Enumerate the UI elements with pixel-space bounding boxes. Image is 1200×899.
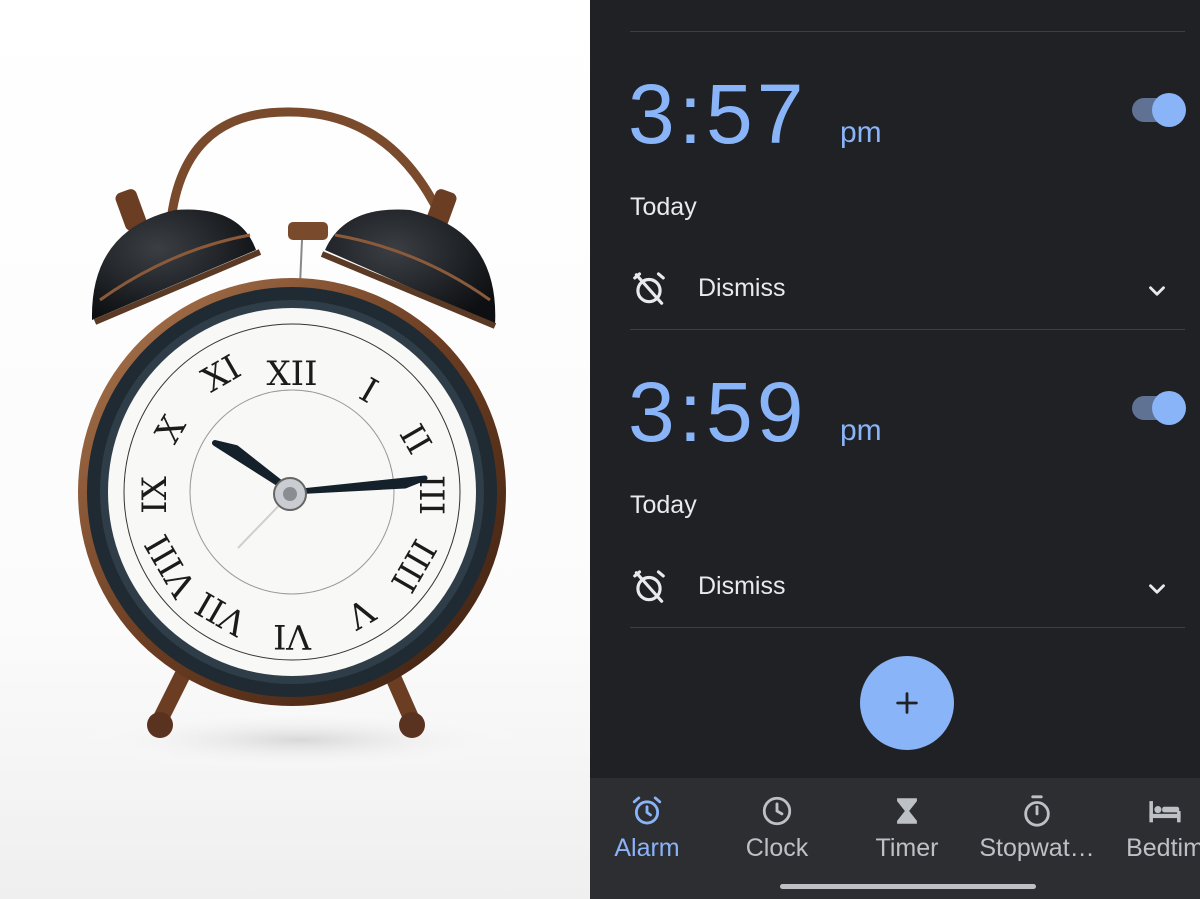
bottom-navigation: Alarm Clock Timer Stopwat… Bedtim: [590, 778, 1200, 899]
nav-label: Timer: [875, 834, 939, 862]
alarm-clock-photo: XII I II III IIII V VI VII VIII IX X XI: [0, 0, 590, 899]
alarm-app-screen: 3:57 pm Today Dismiss 3:59 pm Today Dism…: [590, 0, 1200, 899]
nav-label: Bedtim: [1126, 834, 1200, 862]
dismiss-button[interactable]: Dismiss: [630, 266, 1190, 310]
alarm-day: Today: [630, 193, 697, 221]
svg-text:XII: XII: [266, 354, 317, 394]
divider: [630, 31, 1185, 32]
chevron-down-icon[interactable]: [1144, 576, 1170, 607]
nav-item-timer[interactable]: Timer: [842, 794, 972, 864]
dismiss-label: Dismiss: [698, 572, 786, 600]
nav-label: Alarm: [614, 834, 680, 862]
alarm-off-icon: [630, 568, 668, 611]
stopwatch-icon: [972, 794, 1102, 830]
alarm-toggle[interactable]: [1130, 390, 1186, 426]
alarm-icon: [590, 794, 712, 830]
nav-label: Clock: [745, 834, 809, 862]
alarm-time[interactable]: 3:59: [628, 370, 808, 454]
nav-label: Stopwat…: [979, 834, 1095, 862]
home-indicator[interactable]: [780, 884, 1036, 889]
divider: [630, 627, 1185, 628]
add-alarm-button[interactable]: [860, 656, 954, 750]
clock-icon: [712, 794, 842, 830]
alarm-off-icon: [630, 270, 668, 313]
chevron-down-icon[interactable]: [1144, 278, 1170, 309]
alarm-period: pm: [840, 414, 882, 447]
nav-item-clock[interactable]: Clock: [712, 794, 842, 864]
alarm-time[interactable]: 3:57: [628, 72, 808, 156]
toggle-thumb: [1152, 93, 1186, 127]
hourglass-icon: [842, 794, 972, 830]
alarm-toggle[interactable]: [1130, 92, 1186, 128]
svg-text:IX: IX: [135, 475, 175, 513]
nav-item-alarm[interactable]: Alarm: [590, 794, 712, 864]
alarm-period: pm: [840, 116, 882, 149]
alarm-day: Today: [630, 491, 697, 519]
toggle-thumb: [1152, 391, 1186, 425]
plus-icon: [896, 692, 918, 714]
bed-icon: [1100, 794, 1200, 830]
nav-item-bedtime[interactable]: Bedtim: [1100, 794, 1200, 864]
alarm-clock-illustration: XII I II III IIII V VI VII VIII IX X XI: [70, 107, 530, 770]
dismiss-button[interactable]: Dismiss: [630, 564, 1190, 608]
divider: [630, 329, 1185, 330]
nav-item-stopwatch[interactable]: Stopwat…: [972, 794, 1102, 864]
dismiss-label: Dismiss: [698, 274, 786, 302]
svg-text:VI: VI: [273, 616, 312, 656]
